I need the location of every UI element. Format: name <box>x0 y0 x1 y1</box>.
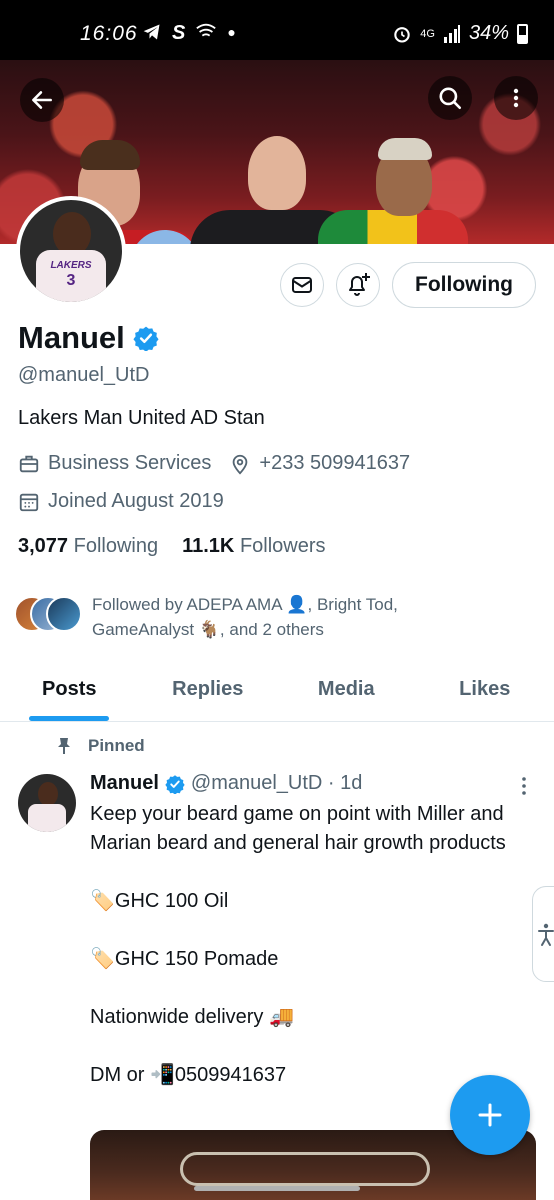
avatar-jersey-number: 3 <box>66 272 76 289</box>
banner-figure <box>378 138 432 160</box>
tab-likes[interactable]: Likes <box>416 660 554 721</box>
accessibility-icon <box>538 923 554 946</box>
briefcase-icon <box>19 455 39 472</box>
profile-tabs: Posts Replies Media Likes <box>0 660 554 722</box>
profile-avatar[interactable]: LAKERS 3 <box>16 196 126 306</box>
profile-location: +233 509941637 <box>229 452 410 475</box>
tab-media[interactable]: Media <box>277 660 416 721</box>
status-right-icons: 4G 34% <box>392 22 528 45</box>
followers-count: 11.1K <box>182 535 235 557</box>
banner-figure <box>248 136 306 210</box>
pin-icon <box>58 738 70 754</box>
avatar-head <box>38 782 58 806</box>
calendar-icon <box>19 493 39 511</box>
more-vertical-icon <box>513 88 519 108</box>
following-count-link[interactable]: 3,077 Following <box>18 535 158 558</box>
post-more-button[interactable] <box>512 774 536 798</box>
post-text: Keep your beard game on point with Mille… <box>90 803 506 1086</box>
notifications-button[interactable] <box>336 263 380 307</box>
pinned-indicator: Pinned <box>56 736 145 756</box>
status-bar: 16:06 S ● 4G 34% <box>0 0 554 60</box>
search-button[interactable] <box>428 76 472 120</box>
status-time: 16:06 <box>80 22 138 45</box>
arrow-left-icon <box>32 91 52 109</box>
profile-name: Manuel <box>18 320 125 355</box>
dot-icon: ● <box>227 24 236 40</box>
compose-post-button[interactable] <box>450 1075 530 1155</box>
profile-category-label: Business Services <box>48 452 212 474</box>
status-left-icons: S ● <box>142 22 236 45</box>
dollar-icon: S <box>172 22 186 44</box>
tab-posts[interactable]: Posts <box>0 660 139 721</box>
post-handle-time: @manuel_UtD · 1d <box>190 772 363 794</box>
wifi-call-icon <box>196 23 217 37</box>
profile-joined-row: Joined August 2019 <box>18 490 224 513</box>
avatar-jersey-text: LAKERS <box>50 260 92 271</box>
envelope-icon <box>292 277 312 293</box>
profile-meta-row: Business Services +233 509941637 <box>18 452 420 475</box>
profile-handle: @manuel_UtD <box>18 364 150 386</box>
avatar <box>46 596 82 632</box>
media-glasses-shape <box>180 1152 430 1186</box>
message-button[interactable] <box>280 263 324 307</box>
plus-icon <box>478 1103 502 1127</box>
back-button[interactable] <box>20 78 64 122</box>
pinned-label: Pinned <box>88 736 145 755</box>
battery-percent: 34% <box>468 22 509 44</box>
alarm-icon <box>394 26 410 43</box>
profile-phone[interactable]: +233 509941637 <box>259 452 410 475</box>
followed-by-text: Followed by ADEPA AMA 👤, Bright Tod, Gam… <box>92 595 398 639</box>
banner-figure <box>80 140 140 170</box>
more-options-button[interactable] <box>494 76 538 120</box>
signal-icon <box>443 24 460 43</box>
avatar-jersey <box>28 804 66 832</box>
location-pin-icon <box>233 454 248 474</box>
home-indicator[interactable] <box>194 1186 360 1191</box>
battery-icon <box>517 23 528 44</box>
followed-by[interactable]: Followed by ADEPA AMA 👤, Bright Tod, Gam… <box>14 592 452 642</box>
post-author-avatar[interactable] <box>18 774 76 832</box>
profile-category: Business Services <box>18 452 211 475</box>
tab-replies[interactable]: Replies <box>139 660 278 721</box>
avatar-jersey: LAKERS 3 <box>36 250 106 302</box>
accessibility-button[interactable] <box>532 886 554 982</box>
post-header: Manuel @manuel_UtD · 1d <box>90 772 362 795</box>
following-button[interactable]: Following <box>392 262 536 308</box>
verified-badge-icon <box>165 774 185 794</box>
followed-by-avatars <box>14 596 82 632</box>
network-type: 4G <box>420 27 435 40</box>
profile-name-row: Manuel <box>18 320 159 356</box>
followers-count-link[interactable]: 11.1K Followers <box>182 535 325 558</box>
profile-bio: Lakers Man United AD Stan <box>18 407 265 429</box>
following-count: 3,077 <box>18 535 69 557</box>
search-icon <box>439 87 462 110</box>
telegram-icon <box>143 24 160 40</box>
profile-joined: Joined August 2019 <box>48 490 224 512</box>
bell-plus-icon <box>349 273 370 296</box>
post-author-name[interactable]: Manuel <box>90 772 159 795</box>
verified-badge-icon[interactable] <box>133 325 159 351</box>
followers-label: Followers <box>239 535 326 557</box>
follow-counts: 3,077 Following 11.1K Followers <box>18 535 326 558</box>
more-vertical-icon <box>522 777 526 795</box>
following-label: Following <box>73 535 159 557</box>
